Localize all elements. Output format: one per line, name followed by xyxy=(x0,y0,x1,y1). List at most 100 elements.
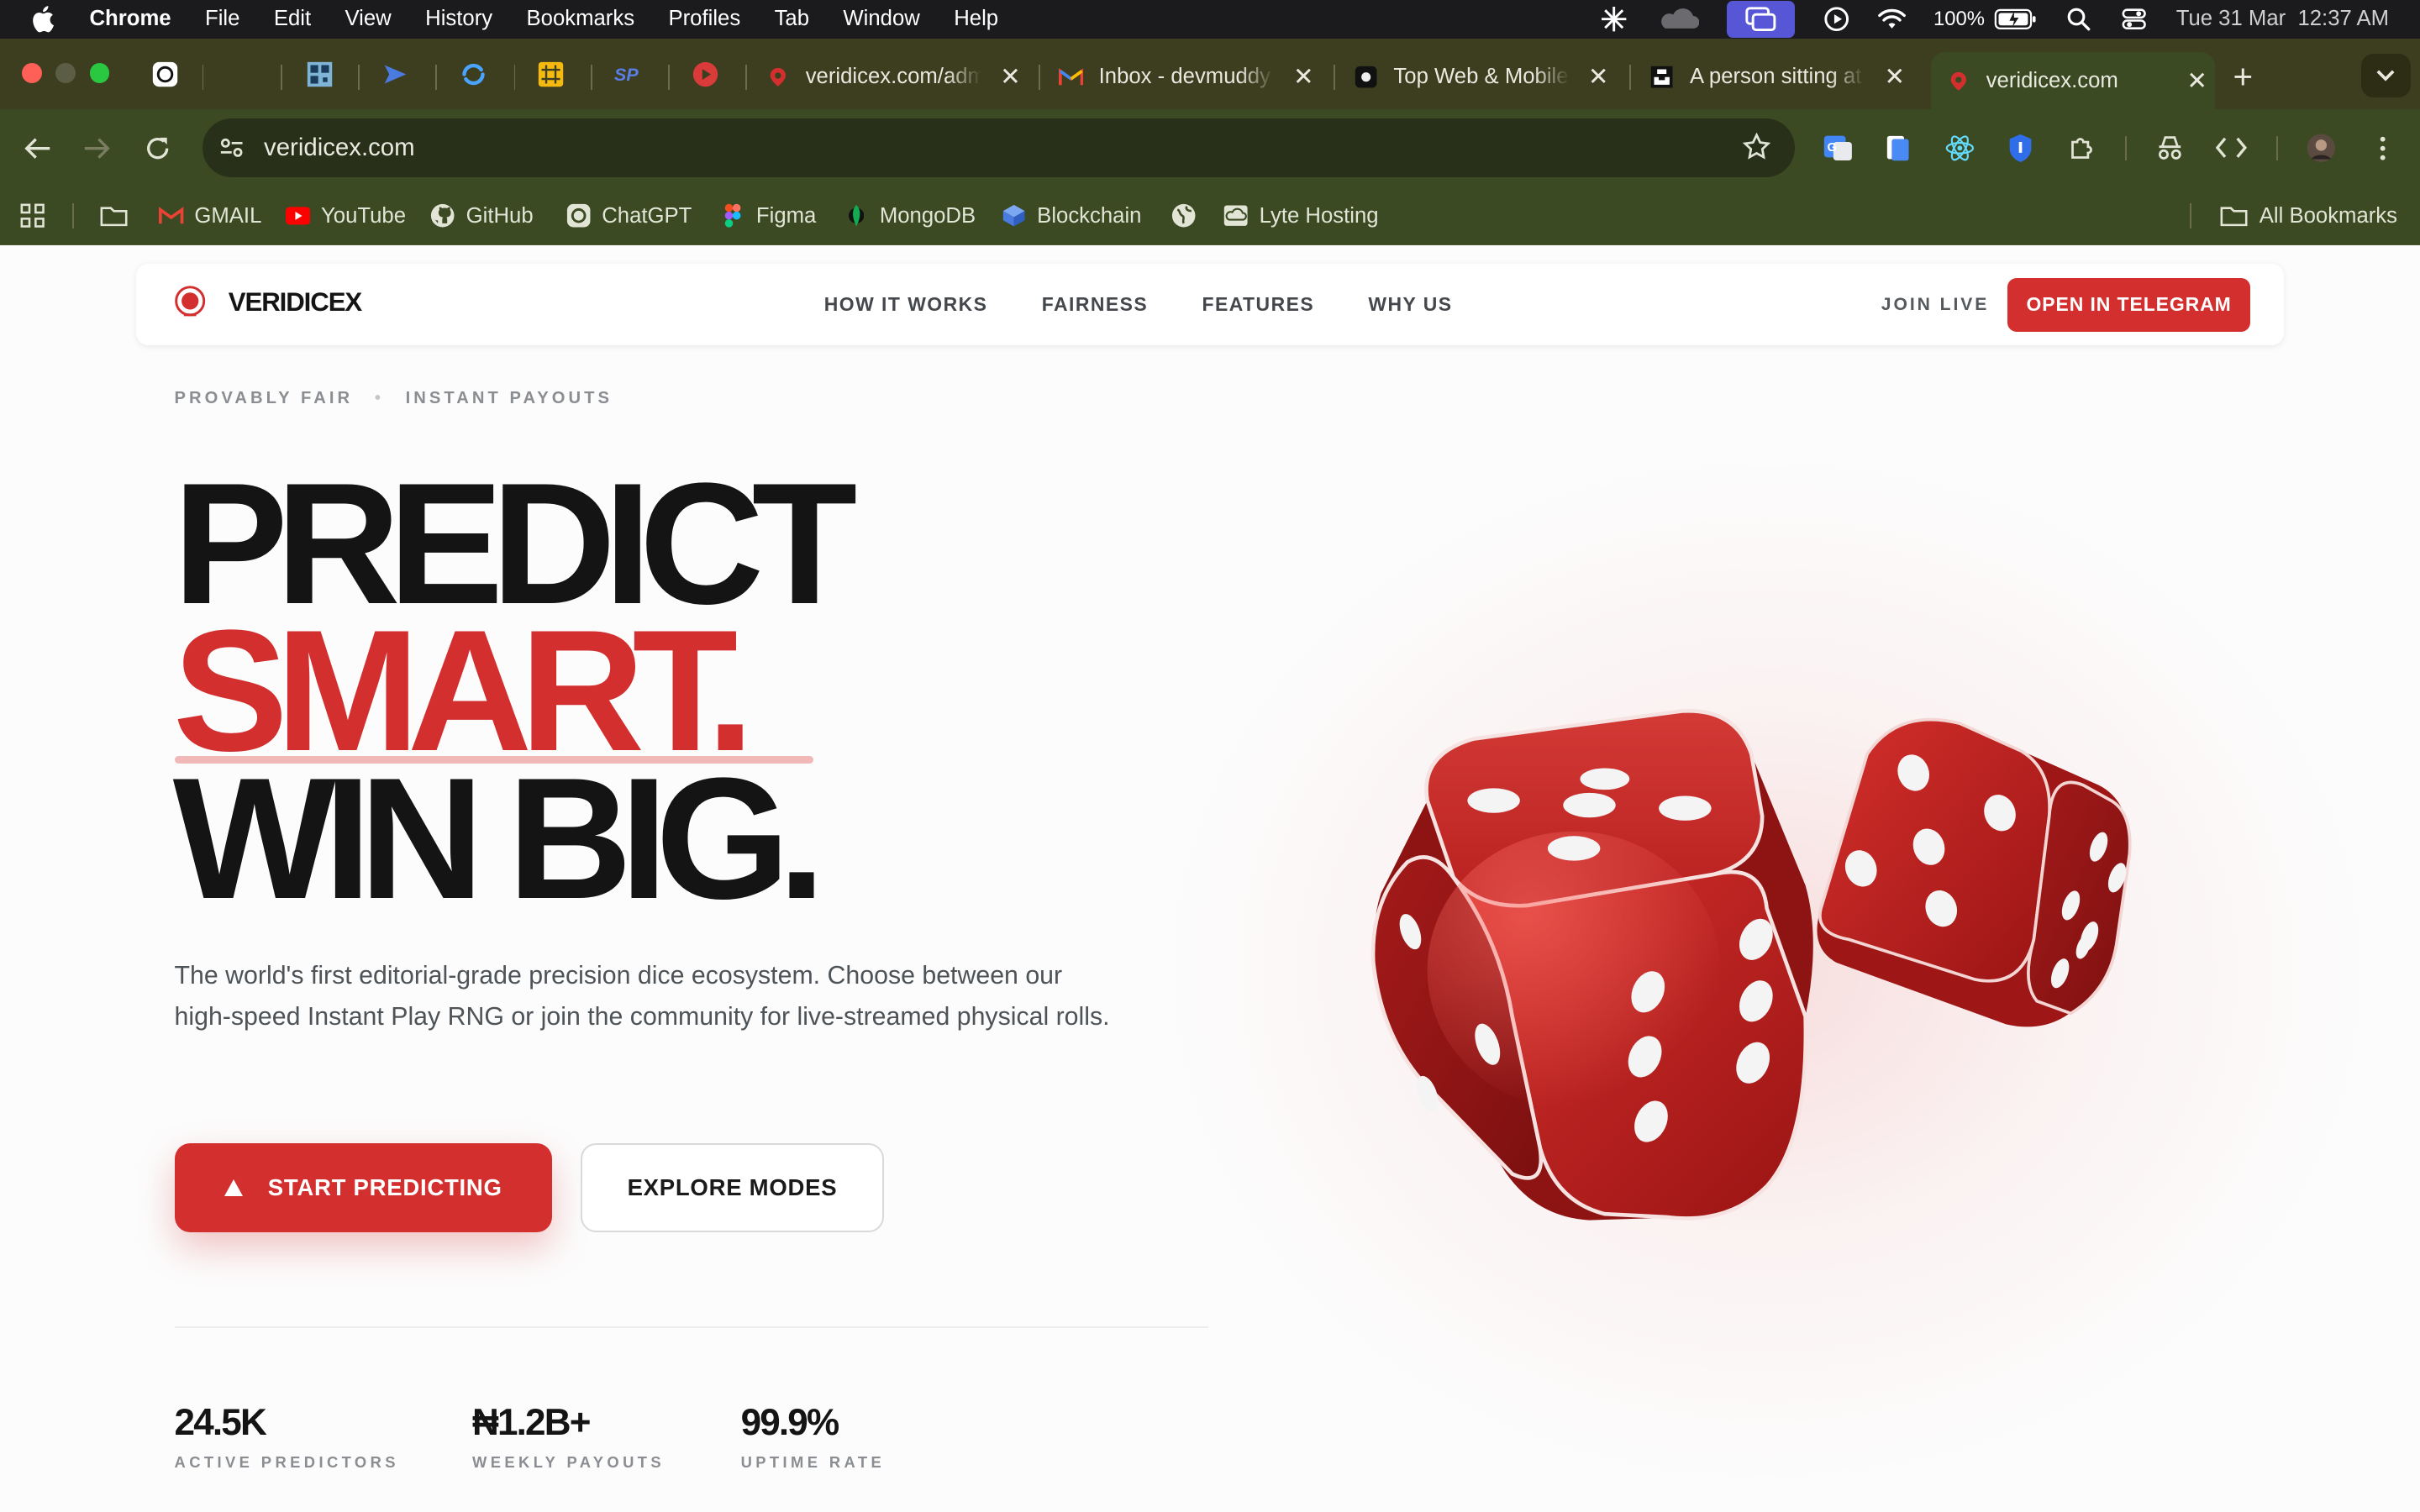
menu-profiles[interactable]: Profiles xyxy=(668,7,740,31)
incognito-icon[interactable] xyxy=(2154,133,2186,164)
open-in-telegram-button[interactable]: OPEN IN TELEGRAM xyxy=(2007,277,2250,332)
window-zoom-button[interactable] xyxy=(89,63,110,84)
close-icon[interactable]: ✕ xyxy=(1588,62,1609,92)
brand-name: VERIDICEX xyxy=(228,286,362,317)
site-info-icon[interactable] xyxy=(218,134,245,162)
bookmark-chatgpt[interactable]: ChatGPT xyxy=(566,201,692,232)
apple-icon[interactable] xyxy=(31,5,65,33)
pinned-tab-grid[interactable] xyxy=(537,60,565,88)
sparkle-status-icon[interactable] xyxy=(1600,5,1628,33)
nav-fairness[interactable]: FAIRNESS xyxy=(1042,293,1148,316)
close-icon[interactable]: ✕ xyxy=(2186,66,2207,96)
pinned-tab-send[interactable] xyxy=(381,60,409,88)
veridicex-icon xyxy=(765,65,790,89)
tab-search-chevron-icon[interactable] xyxy=(2360,54,2411,97)
stat-value: 99.9% xyxy=(740,1402,840,1444)
large-die xyxy=(1370,709,1813,1221)
battery-icon[interactable] xyxy=(1994,5,2037,33)
unsplash-icon xyxy=(1649,65,1674,89)
extensions-puzzle-icon[interactable] xyxy=(2066,133,2097,164)
pinned-tab-qr[interactable] xyxy=(306,60,334,88)
menu-edit[interactable]: Edit xyxy=(274,7,311,31)
eyebrow-instant-payouts: INSTANT PAYOUTS xyxy=(405,388,613,407)
menubar-clock[interactable]: Tue 31 Mar 12:37 AM xyxy=(2176,7,2389,31)
control-center-icon[interactable] xyxy=(2121,5,2149,33)
screen-mirroring-icon[interactable] xyxy=(1726,0,1795,38)
svg-text:SP: SP xyxy=(614,65,639,85)
tab-title: Inbox - devmuddy xyxy=(1098,65,1270,89)
menu-view[interactable]: View xyxy=(345,7,392,31)
battery-percent: 100% xyxy=(1933,7,1986,30)
gmail-icon xyxy=(1058,65,1084,89)
bookmark-gmail[interactable]: GMAIL xyxy=(159,201,261,232)
bookmark-blockchain[interactable]: Blockchain xyxy=(1002,201,1141,232)
wifi-icon[interactable] xyxy=(1878,5,1906,33)
svg-text:G: G xyxy=(1828,141,1837,155)
tab-veridicex-admin[interactable]: veridicex.com/adm ✕ xyxy=(765,52,1044,102)
close-icon[interactable]: ✕ xyxy=(1884,62,1905,92)
site-nav-links: HOW IT WORKS FAIRNESS FEATURES WHY US xyxy=(824,293,1453,316)
pinned-tab-chatgpt[interactable] xyxy=(151,60,179,88)
pinned-tab-record[interactable] xyxy=(692,60,719,88)
apps-grid-icon[interactable] xyxy=(20,201,45,232)
bookmark-figma[interactable]: Figma xyxy=(721,201,816,232)
join-live-link[interactable]: JOIN LIVE xyxy=(1881,295,1990,315)
menu-tab[interactable]: Tab xyxy=(775,7,809,31)
menu-help[interactable]: Help xyxy=(954,7,998,31)
blockchain-icon xyxy=(1002,203,1026,228)
close-icon[interactable]: ✕ xyxy=(1000,62,1021,92)
dribbble-icon xyxy=(1354,65,1378,89)
tab-veridicex-active[interactable]: veridicex.com ✕ xyxy=(1930,52,2215,110)
tab-gmail-inbox[interactable]: Inbox - devmuddy ✕ xyxy=(1058,52,1337,102)
menu-window[interactable]: Window xyxy=(843,7,919,31)
bookmark-star-icon[interactable] xyxy=(1742,132,1770,167)
chatgpt-icon xyxy=(566,203,591,228)
bitwarden-shield-icon[interactable] xyxy=(2005,133,2036,164)
menu-app-name[interactable]: Chrome xyxy=(89,7,171,31)
brand[interactable]: VERIDICEX xyxy=(173,286,362,319)
google-translate-icon[interactable]: G xyxy=(1823,133,1854,164)
tab-title: veridicex.com xyxy=(1986,68,2118,92)
nav-how-it-works[interactable]: HOW IT WORKS xyxy=(824,293,988,316)
menu-history[interactable]: History xyxy=(425,7,492,31)
bookmark-mongodb[interactable]: MongoDB xyxy=(844,201,976,232)
nav-why-us[interactable]: WHY US xyxy=(1368,293,1452,316)
react-devtools-icon[interactable] xyxy=(1944,133,1975,164)
bookmark-globe[interactable] xyxy=(1171,201,1207,232)
start-predicting-button[interactable]: START PREDICTING xyxy=(174,1142,553,1233)
nav-features[interactable]: FEATURES xyxy=(1202,293,1314,316)
bookmark-github[interactable]: GitHub xyxy=(430,201,534,232)
tab-unsplash[interactable]: A person sitting at ✕ xyxy=(1649,52,1928,102)
tab-top-web-mobile[interactable]: Top Web & Mobile ✕ xyxy=(1354,52,1632,102)
window-close-button[interactable] xyxy=(21,63,42,84)
close-icon[interactable]: ✕ xyxy=(1293,62,1314,92)
pinned-tab-sync[interactable] xyxy=(460,60,487,88)
profile-avatar[interactable] xyxy=(2306,133,2337,164)
menu-file[interactable]: File xyxy=(205,7,239,31)
address-bar[interactable]: veridicex.com xyxy=(202,118,1795,178)
spotlight-search-icon[interactable] xyxy=(2065,5,2093,33)
stat-weekly-payouts: ₦1.2B+ WEEKLY PAYOUTS xyxy=(472,1402,665,1472)
docs-extension-icon[interactable] xyxy=(1883,133,1914,164)
code-brackets-icon[interactable] xyxy=(2216,133,2248,164)
menu-bookmarks[interactable]: Bookmarks xyxy=(527,7,635,31)
pinned-tab-sp[interactable]: SP xyxy=(614,60,642,88)
reload-icon[interactable] xyxy=(142,133,173,164)
all-bookmarks[interactable]: All Bookmarks xyxy=(2219,201,2397,232)
bookmark-folder-icon[interactable] xyxy=(100,201,128,232)
all-bookmarks-label: All Bookmarks xyxy=(2259,203,2398,228)
cloud-status-icon[interactable] xyxy=(1656,5,1699,33)
small-die xyxy=(1817,717,2132,1027)
bookmark-youtube[interactable]: YouTube xyxy=(285,201,406,232)
explore-modes-button[interactable]: EXPLORE MODES xyxy=(580,1142,885,1233)
back-arrow-icon[interactable] xyxy=(22,133,53,164)
url-text[interactable]: veridicex.com xyxy=(264,134,415,162)
screen: Chrome File Edit View History Bookmarks … xyxy=(0,0,2420,1512)
bookmark-lyte-hosting[interactable]: Lyte Hosting xyxy=(1223,201,1379,232)
bookmarks-bar: GMAIL YouTube GitHub ChatGPT Figma Mongo… xyxy=(0,186,2420,245)
new-tab-plus-icon[interactable]: + xyxy=(2233,57,2254,97)
window-minimize-button[interactable] xyxy=(55,63,76,84)
chrome-menu-kebab-icon[interactable] xyxy=(2367,133,2398,164)
forward-arrow-icon[interactable] xyxy=(82,133,113,164)
play-circle-icon[interactable] xyxy=(1823,5,1850,33)
